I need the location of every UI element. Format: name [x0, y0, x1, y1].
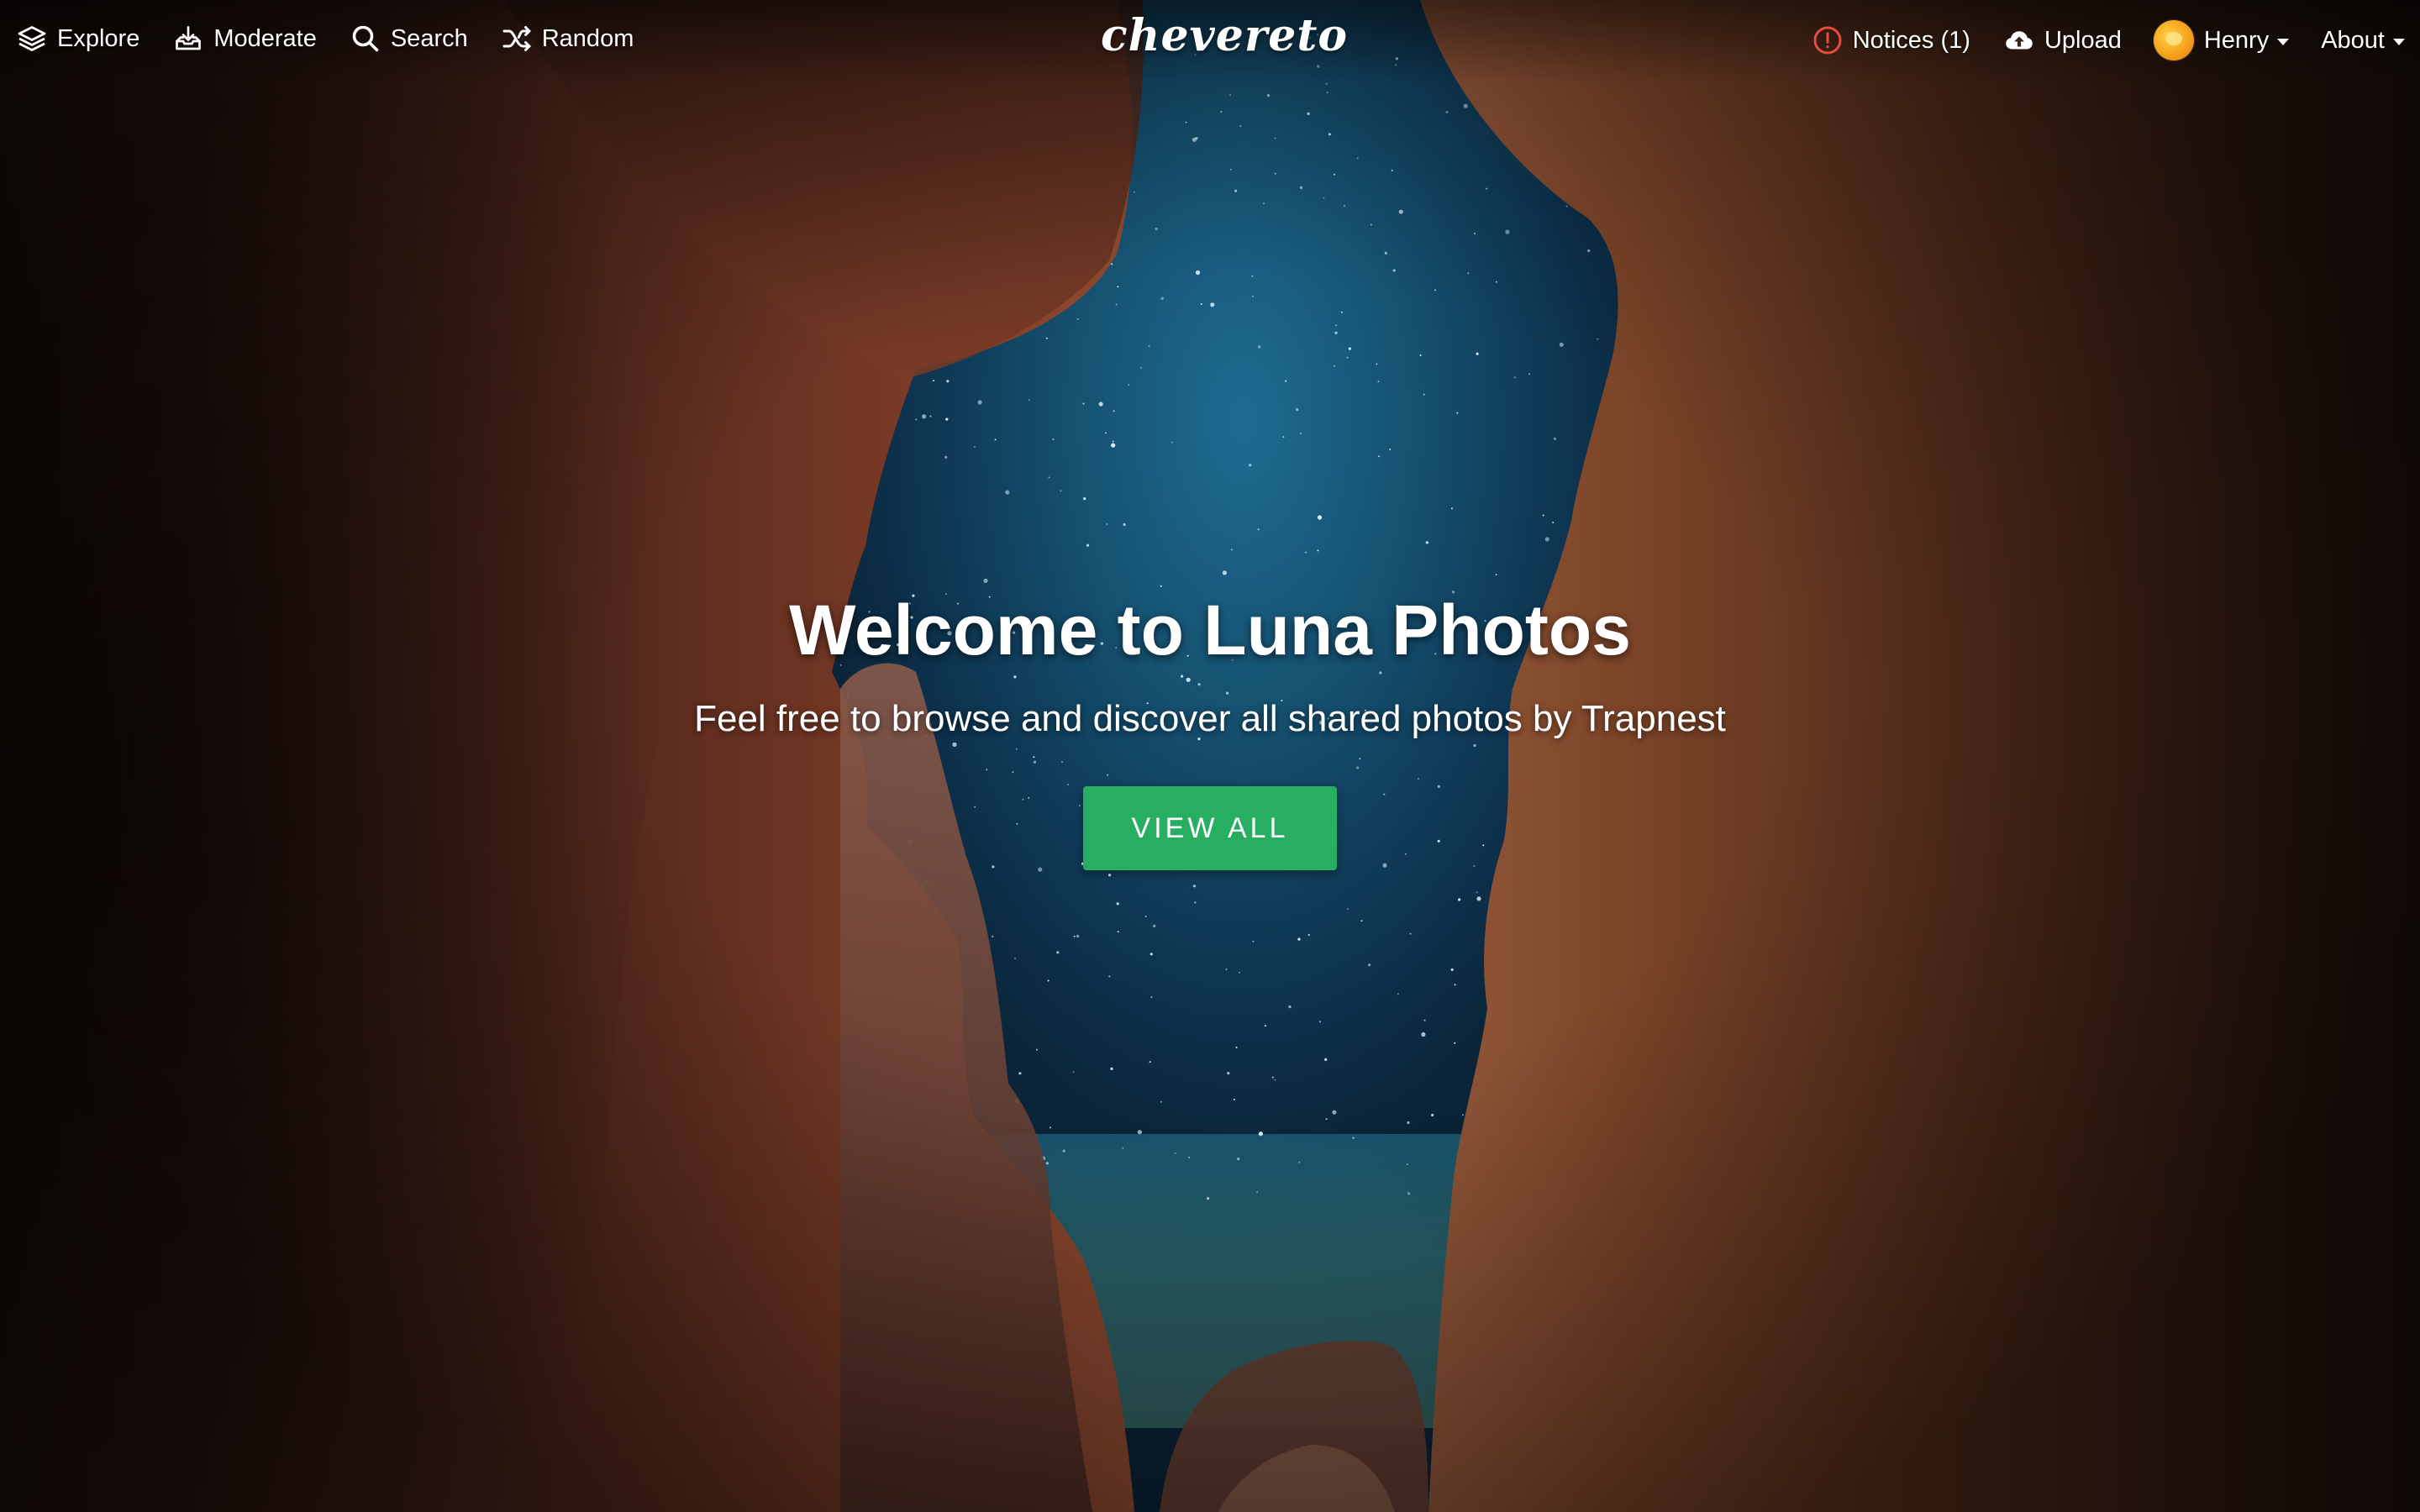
- cloud-upload-icon: [2002, 24, 2036, 57]
- nav-explore-label: Explore: [57, 24, 140, 52]
- alert-circle-icon: [1811, 24, 1844, 57]
- nav-right-group: Notices (1) Upload Henry About: [1779, 20, 2405, 60]
- nav-explore[interactable]: Explore: [15, 22, 139, 55]
- nav-left-group: Explore Moderate Search Random: [15, 22, 666, 55]
- site-logo[interactable]: chevereto: [1101, 10, 1347, 61]
- nav-random-label: Random: [541, 24, 634, 52]
- nav-user-label: Henry: [2203, 26, 2270, 54]
- top-navigation-bar: Explore Moderate Search Random chevereto…: [0, 0, 2420, 84]
- nav-upload-label: Upload: [2044, 26, 2122, 54]
- chevron-down-icon: [2277, 38, 2290, 45]
- nav-moderate[interactable]: Moderate: [171, 22, 317, 55]
- view-all-button[interactable]: VIEW ALL: [1083, 786, 1337, 870]
- hero-section: Welcome to Luna Photos Feel free to brow…: [0, 580, 2420, 870]
- nav-user-menu[interactable]: Henry: [2153, 20, 2290, 60]
- nav-moderate-label: Moderate: [213, 24, 317, 52]
- layers-icon: [15, 22, 49, 55]
- nav-about-label: About: [2321, 26, 2385, 54]
- avatar: [2153, 20, 2194, 60]
- nav-search[interactable]: Search: [349, 22, 468, 55]
- hero-title: Welcome to Luna Photos: [789, 591, 1631, 669]
- nav-notices[interactable]: Notices (1): [1811, 24, 1970, 57]
- nav-random[interactable]: Random: [500, 22, 634, 55]
- nav-upload[interactable]: Upload: [2002, 24, 2122, 57]
- search-icon: [349, 22, 382, 55]
- shuffle-icon: [500, 22, 534, 55]
- inbox-download-icon: [171, 22, 205, 55]
- chevron-down-icon: [2393, 38, 2405, 45]
- nav-about-menu[interactable]: About: [2321, 27, 2405, 55]
- nav-notices-label: Notices (1): [1852, 26, 1970, 54]
- hero-subtitle: Feel free to browse and discover all sha…: [694, 698, 1726, 739]
- nav-search-label: Search: [390, 24, 468, 52]
- homepage: Explore Moderate Search Random chevereto…: [0, 0, 2420, 1512]
